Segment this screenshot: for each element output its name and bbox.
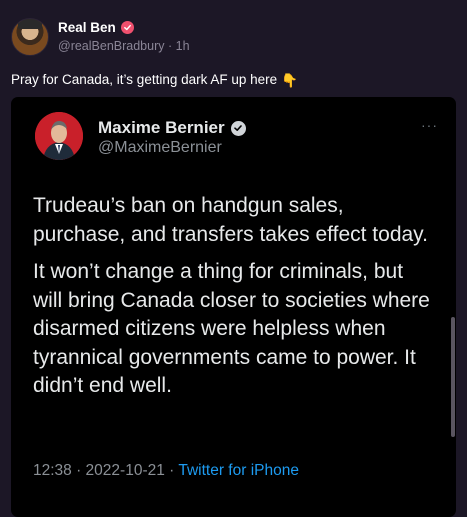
embedded-paragraph: Trudeau’s ban on handgun sales, purchase… [33, 194, 428, 246]
embedded-body: Trudeau’s ban on handgun sales, purchase… [33, 192, 433, 410]
display-name-row: Real Ben [58, 20, 190, 35]
author-info: Real Ben @realBenBradbury · 1h [58, 20, 190, 53]
embedded-verified-icon [230, 120, 246, 136]
embedded-timestamp[interactable]: 12:38 · 2022-10-21 · [33, 462, 178, 479]
handle[interactable]: @realBenBradbury [58, 39, 165, 53]
post-text-content: Pray for Canada, it’s getting dark AF up… [11, 72, 278, 87]
post-meta: @realBenBradbury · 1h [58, 39, 190, 53]
pointing-down-icon: 👇 [281, 73, 298, 88]
meta-separator: · [167, 39, 173, 53]
more-icon[interactable]: ··· [421, 117, 438, 133]
display-name[interactable]: Real Ben [58, 20, 116, 35]
post-text: Pray for Canada, it’s getting dark AF up… [11, 72, 298, 89]
embedded-name-row: Maxime Bernier [98, 118, 246, 138]
embedded-display-name[interactable]: Maxime Bernier [98, 118, 225, 138]
embedded-avatar[interactable] [35, 112, 83, 160]
embedded-paragraph: It won’t change a thing for criminals, b… [33, 260, 430, 397]
post-header: Real Ben @realBenBradbury · 1h [11, 18, 190, 56]
embedded-tweet[interactable]: Maxime Bernier @MaximeBernier ··· Trudea… [11, 97, 456, 517]
embedded-handle[interactable]: @MaximeBernier [98, 139, 222, 157]
verified-icon [120, 21, 134, 34]
post-time[interactable]: 1h [176, 39, 190, 53]
scrollbar[interactable] [451, 317, 455, 437]
embedded-footer: 12:38 · 2022-10-21 · Twitter for iPhone [33, 462, 299, 480]
avatar[interactable] [11, 18, 49, 56]
embedded-source[interactable]: Twitter for iPhone [178, 462, 299, 479]
